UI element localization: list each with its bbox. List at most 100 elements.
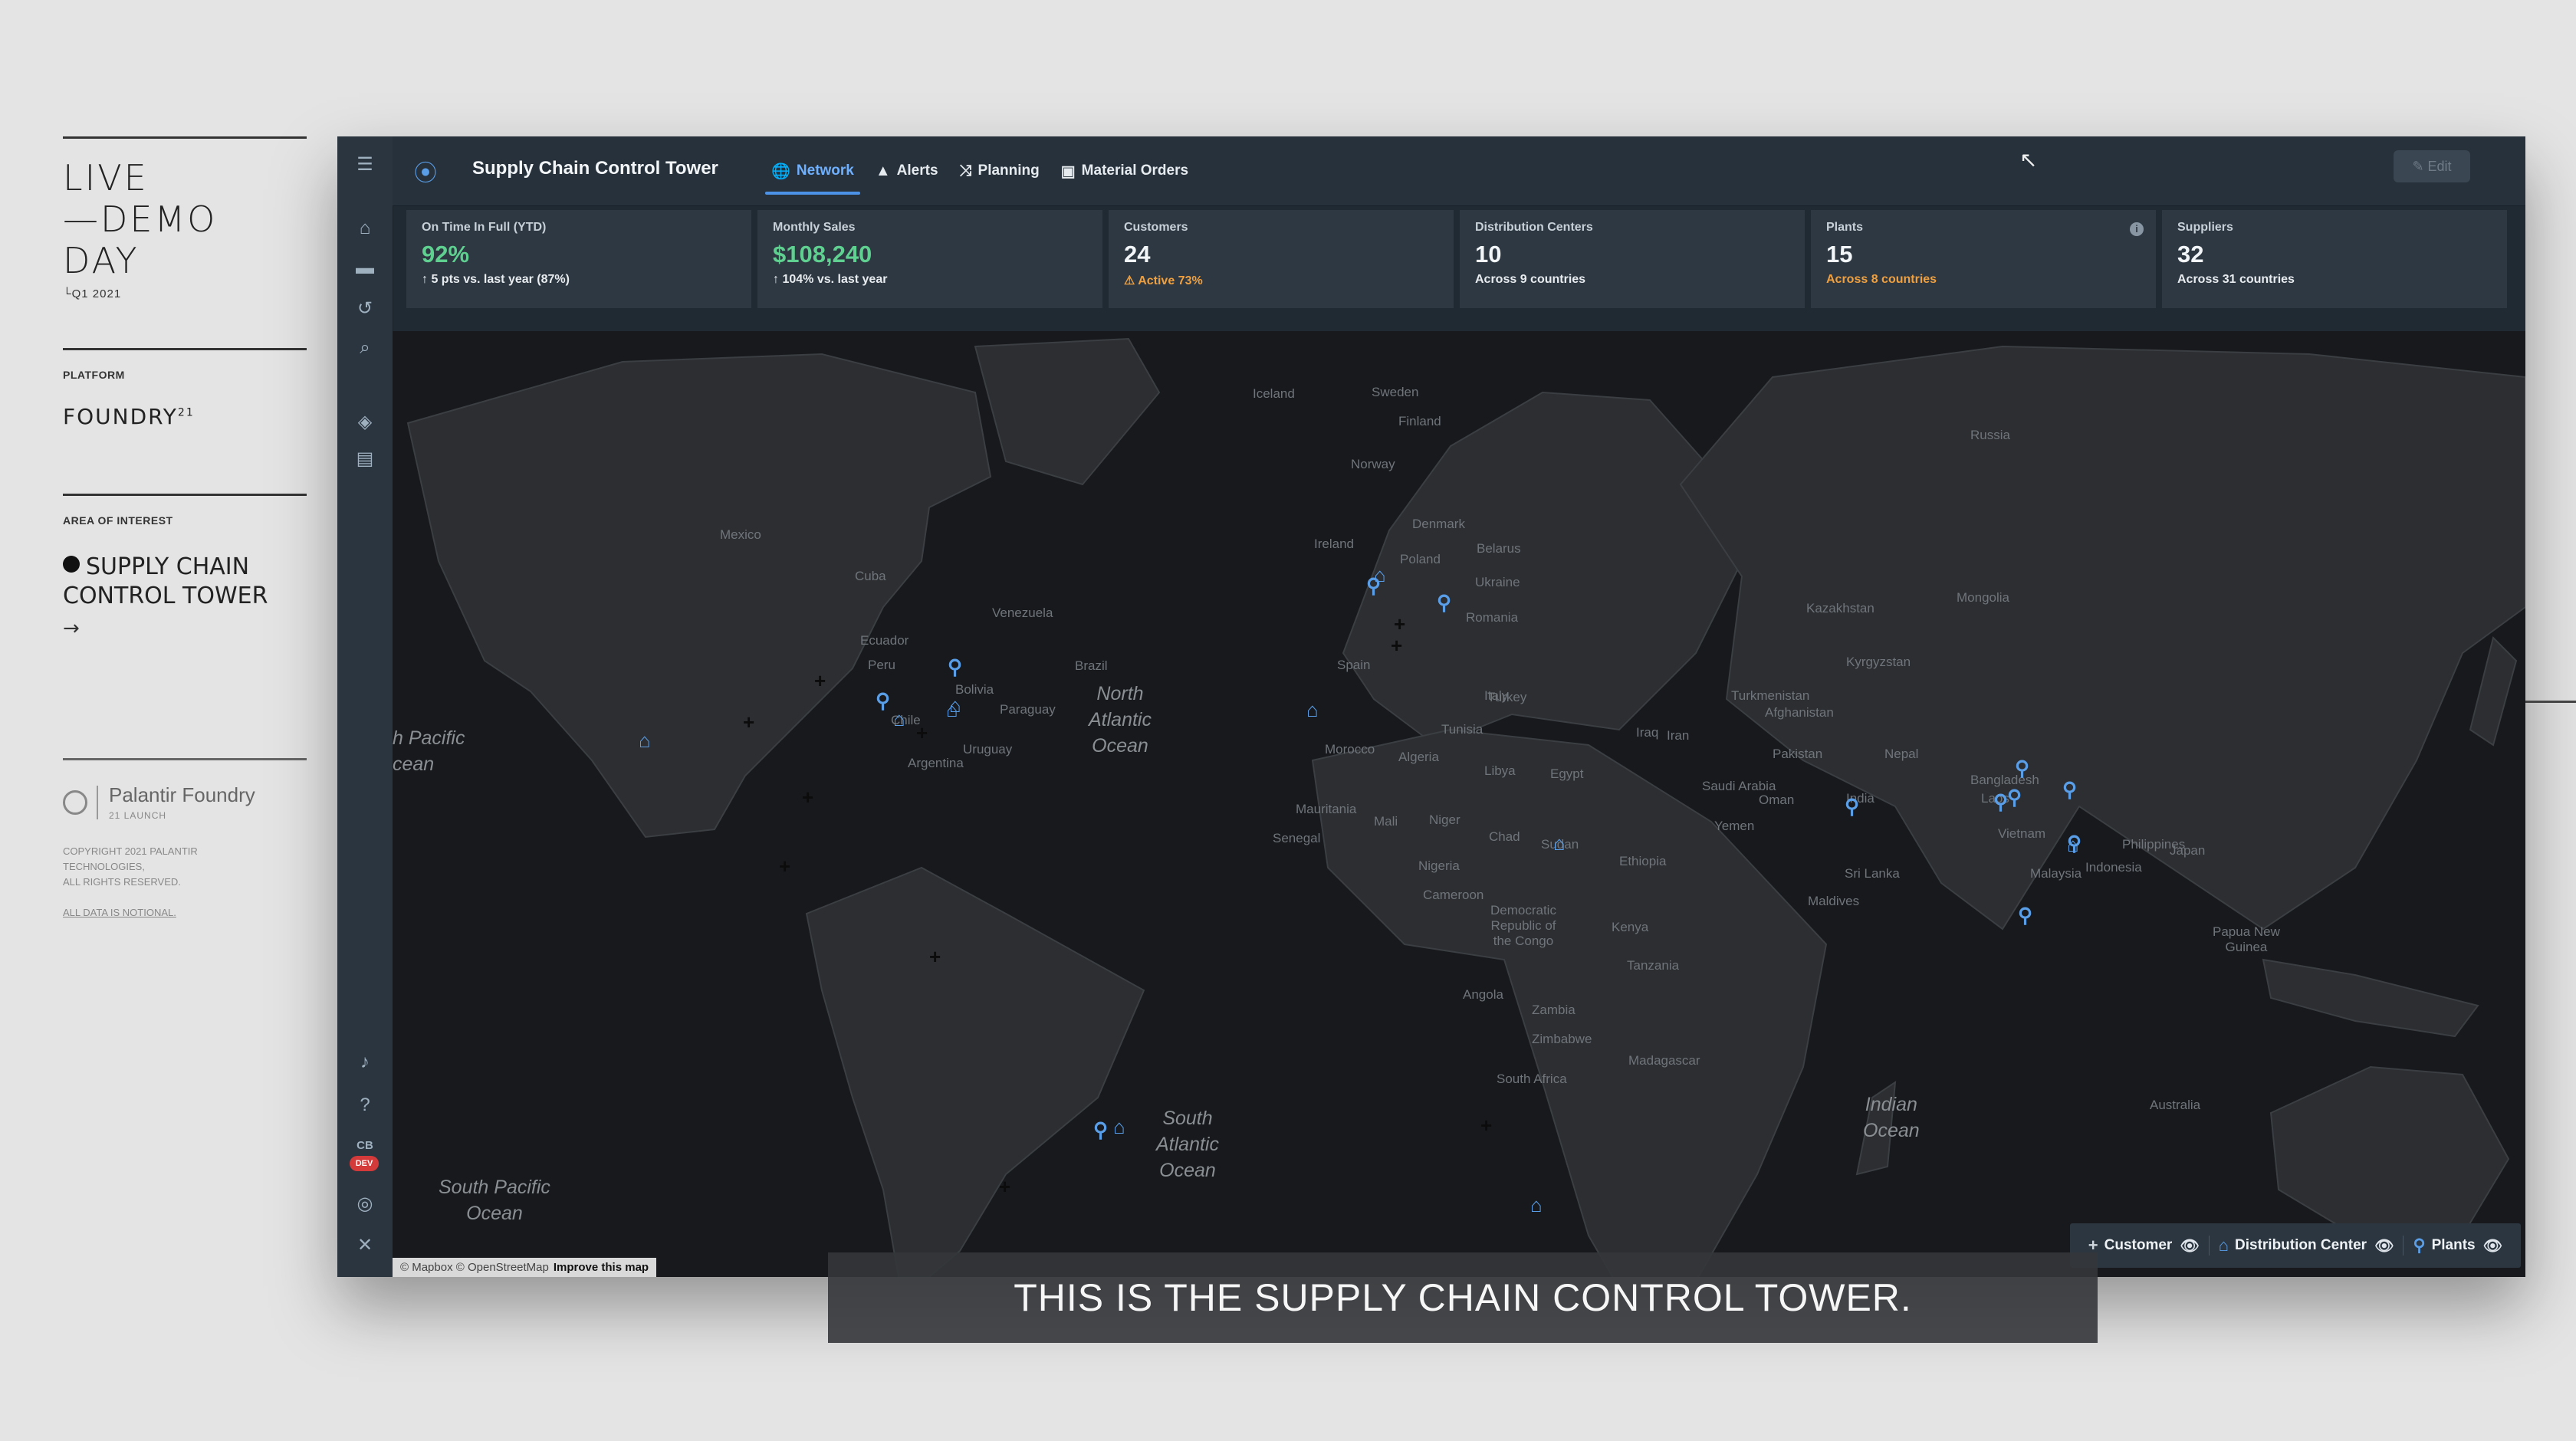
- eye-icon[interactable]: 👁: [2374, 1236, 2394, 1256]
- kpi-sub: ↑ 5 pts vs. last year (87%): [422, 273, 570, 286]
- country-label: Spain: [1337, 658, 1371, 672]
- country-label: Sweden: [1372, 385, 1419, 399]
- ocean-label: South Pacific Ocean: [439, 1177, 550, 1224]
- distribution-center-marker[interactable]: ⌂: [1306, 699, 1319, 720]
- customer-marker[interactable]: +: [916, 722, 928, 743]
- history-icon[interactable]: ↺: [337, 293, 393, 323]
- legend-plants[interactable]: ⚲ Plants 👁: [2404, 1236, 2512, 1256]
- distribution-center-marker[interactable]: ⌂: [1113, 1116, 1125, 1137]
- plant-marker[interactable]: ⚲: [1845, 796, 1859, 817]
- plant-marker[interactable]: ⚲: [1437, 592, 1451, 613]
- customer-marker[interactable]: +: [929, 946, 941, 967]
- customer-marker[interactable]: +: [743, 711, 754, 733]
- country-label: Paraguay: [1000, 702, 1056, 717]
- legend-customer[interactable]: + Customer 👁: [2079, 1236, 2210, 1256]
- globe-icon[interactable]: ◎: [337, 1188, 393, 1219]
- tower-icon: ⦿: [414, 161, 437, 186]
- folder-icon: ▣: [1060, 162, 1076, 180]
- tab-planning[interactable]: ⤨ Planning: [949, 136, 1050, 205]
- plant-marker[interactable]: ⚲: [1366, 575, 1381, 596]
- arrow-right-icon: →: [63, 617, 80, 640]
- customer-marker[interactable]: +: [1394, 613, 1405, 635]
- europe: [1342, 391, 1743, 747]
- distribution-center-marker[interactable]: ⌂: [1530, 1194, 1543, 1216]
- country-label: Tunisia: [1441, 722, 1484, 737]
- world-map[interactable]: North Atlantic Ocean South Atlantic Ocean In…: [393, 331, 2525, 1277]
- distribution-center-marker[interactable]: ⌂: [1553, 832, 1566, 854]
- kpi-otif[interactable]: On Time In Full (YTD) 92% ↑ 5 pts vs. la…: [406, 210, 751, 308]
- country-label: Mauritania: [1296, 802, 1357, 816]
- country-label: Peru: [868, 658, 895, 672]
- tab-alerts[interactable]: ▲ Alerts: [865, 136, 949, 205]
- country-label: Uruguay: [963, 742, 1013, 757]
- edit-button[interactable]: ✎ Edit: [2394, 150, 2470, 182]
- country-label: Vietnam: [1998, 826, 2046, 841]
- tab-network[interactable]: 🌐 Network: [761, 136, 865, 205]
- distribution-center-marker[interactable]: ⌂: [893, 708, 905, 730]
- kpi-value: $108,240: [773, 241, 872, 268]
- kpi-distribution-centers[interactable]: Distribution Centers 10 Across 9 countri…: [1460, 210, 1805, 308]
- customer-marker[interactable]: +: [1480, 1114, 1492, 1136]
- cube-icon[interactable]: ◈: [337, 406, 393, 437]
- info-icon[interactable]: i: [2130, 222, 2144, 236]
- country-label: Zimbabwe: [1532, 1032, 1592, 1046]
- country-label: Tanzania: [1627, 958, 1680, 973]
- kpi-plants[interactable]: Plants 15 Across 8 countries i: [1811, 210, 2156, 308]
- help-icon[interactable]: ?: [337, 1090, 393, 1121]
- country-label: Madagascar: [1628, 1053, 1700, 1068]
- country-label: Cameroon: [1423, 888, 1484, 902]
- globe-icon: 🌐: [771, 162, 790, 180]
- kpi-sub: ⚠ Active 73%: [1124, 274, 1203, 287]
- customer-marker[interactable]: +: [999, 1176, 1010, 1197]
- customer-marker[interactable]: +: [1391, 635, 1402, 656]
- customer-marker[interactable]: +: [779, 855, 790, 877]
- country-label: Egypt: [1550, 766, 1584, 781]
- country-label: Cuba: [855, 569, 886, 583]
- plant-marker[interactable]: ⚲: [876, 690, 890, 711]
- eye-icon[interactable]: 👁: [2180, 1236, 2199, 1256]
- side-navigation: ☰ ⌂ ▬ ↺ ⌕ ◈ ▤ ♪ ? CB DEV ◎ ✕: [337, 136, 393, 1277]
- menu-icon[interactable]: ☰: [337, 149, 393, 179]
- event-title: LIVE —DEMO DAY: [63, 157, 218, 281]
- tab-material-orders[interactable]: ▣ Material Orders: [1050, 136, 1199, 205]
- files-icon[interactable]: ▤: [337, 443, 393, 474]
- folder-icon[interactable]: ▬: [337, 253, 393, 284]
- country-label: Japan: [2170, 843, 2206, 858]
- country-label: Ethiopia: [1619, 854, 1667, 868]
- map-legend: + Customer 👁 ⌂ Distribution Center 👁 ⚲ Plants…: [2069, 1223, 2521, 1268]
- plant-marker[interactable]: ⚲: [2015, 757, 2029, 779]
- legend-distribution-center[interactable]: ⌂ Distribution Center 👁: [2210, 1236, 2404, 1256]
- improve-map-link[interactable]: Improve this map: [554, 1261, 649, 1274]
- search-icon[interactable]: ⌕: [337, 333, 393, 363]
- country-label: Mexico: [720, 527, 761, 542]
- home-icon[interactable]: ⌂: [337, 213, 393, 244]
- platform-name: FOUNDRY21: [63, 404, 195, 429]
- distribution-center-marker[interactable]: ⌂: [946, 699, 958, 720]
- customer-marker[interactable]: +: [802, 786, 813, 808]
- notifications-icon[interactable]: ♪: [337, 1047, 393, 1078]
- distribution-center-marker[interactable]: ⌂: [639, 730, 651, 751]
- plant-marker[interactable]: ⚲: [2007, 786, 2022, 808]
- country-label: South Africa: [1497, 1072, 1567, 1086]
- kpi-suppliers[interactable]: Suppliers 32 Across 31 countries: [2162, 210, 2507, 308]
- country-label: Chad: [1489, 829, 1520, 844]
- bullet-dot-icon: [63, 556, 80, 573]
- divider: [63, 758, 307, 760]
- north-america: [406, 353, 992, 839]
- eye-icon[interactable]: 👁: [2483, 1236, 2502, 1256]
- japan: [2469, 636, 2518, 747]
- kpi-customers[interactable]: Customers 24 ⚠ Active 73%: [1109, 210, 1454, 308]
- dev-badge: DEV: [350, 1156, 379, 1171]
- shuffle-icon[interactable]: ✕: [337, 1229, 393, 1260]
- plant-marker[interactable]: ⚲: [2018, 904, 2032, 926]
- aoi-label: AREA OF INTEREST: [63, 514, 173, 527]
- plant-marker[interactable]: ⚲: [2062, 779, 2077, 800]
- country-label: Argentina: [908, 756, 964, 770]
- kpi-value: 32: [2177, 241, 2204, 268]
- plant-marker[interactable]: ⚲: [1093, 1119, 1108, 1141]
- plant-marker[interactable]: ⚲: [2067, 832, 2082, 854]
- plant-marker[interactable]: ⚲: [1993, 791, 2008, 812]
- plant-marker[interactable]: ⚲: [948, 656, 962, 678]
- customer-marker[interactable]: +: [814, 670, 826, 691]
- kpi-monthly-sales[interactable]: Monthly Sales $108,240 ↑ 104% vs. last y…: [757, 210, 1102, 308]
